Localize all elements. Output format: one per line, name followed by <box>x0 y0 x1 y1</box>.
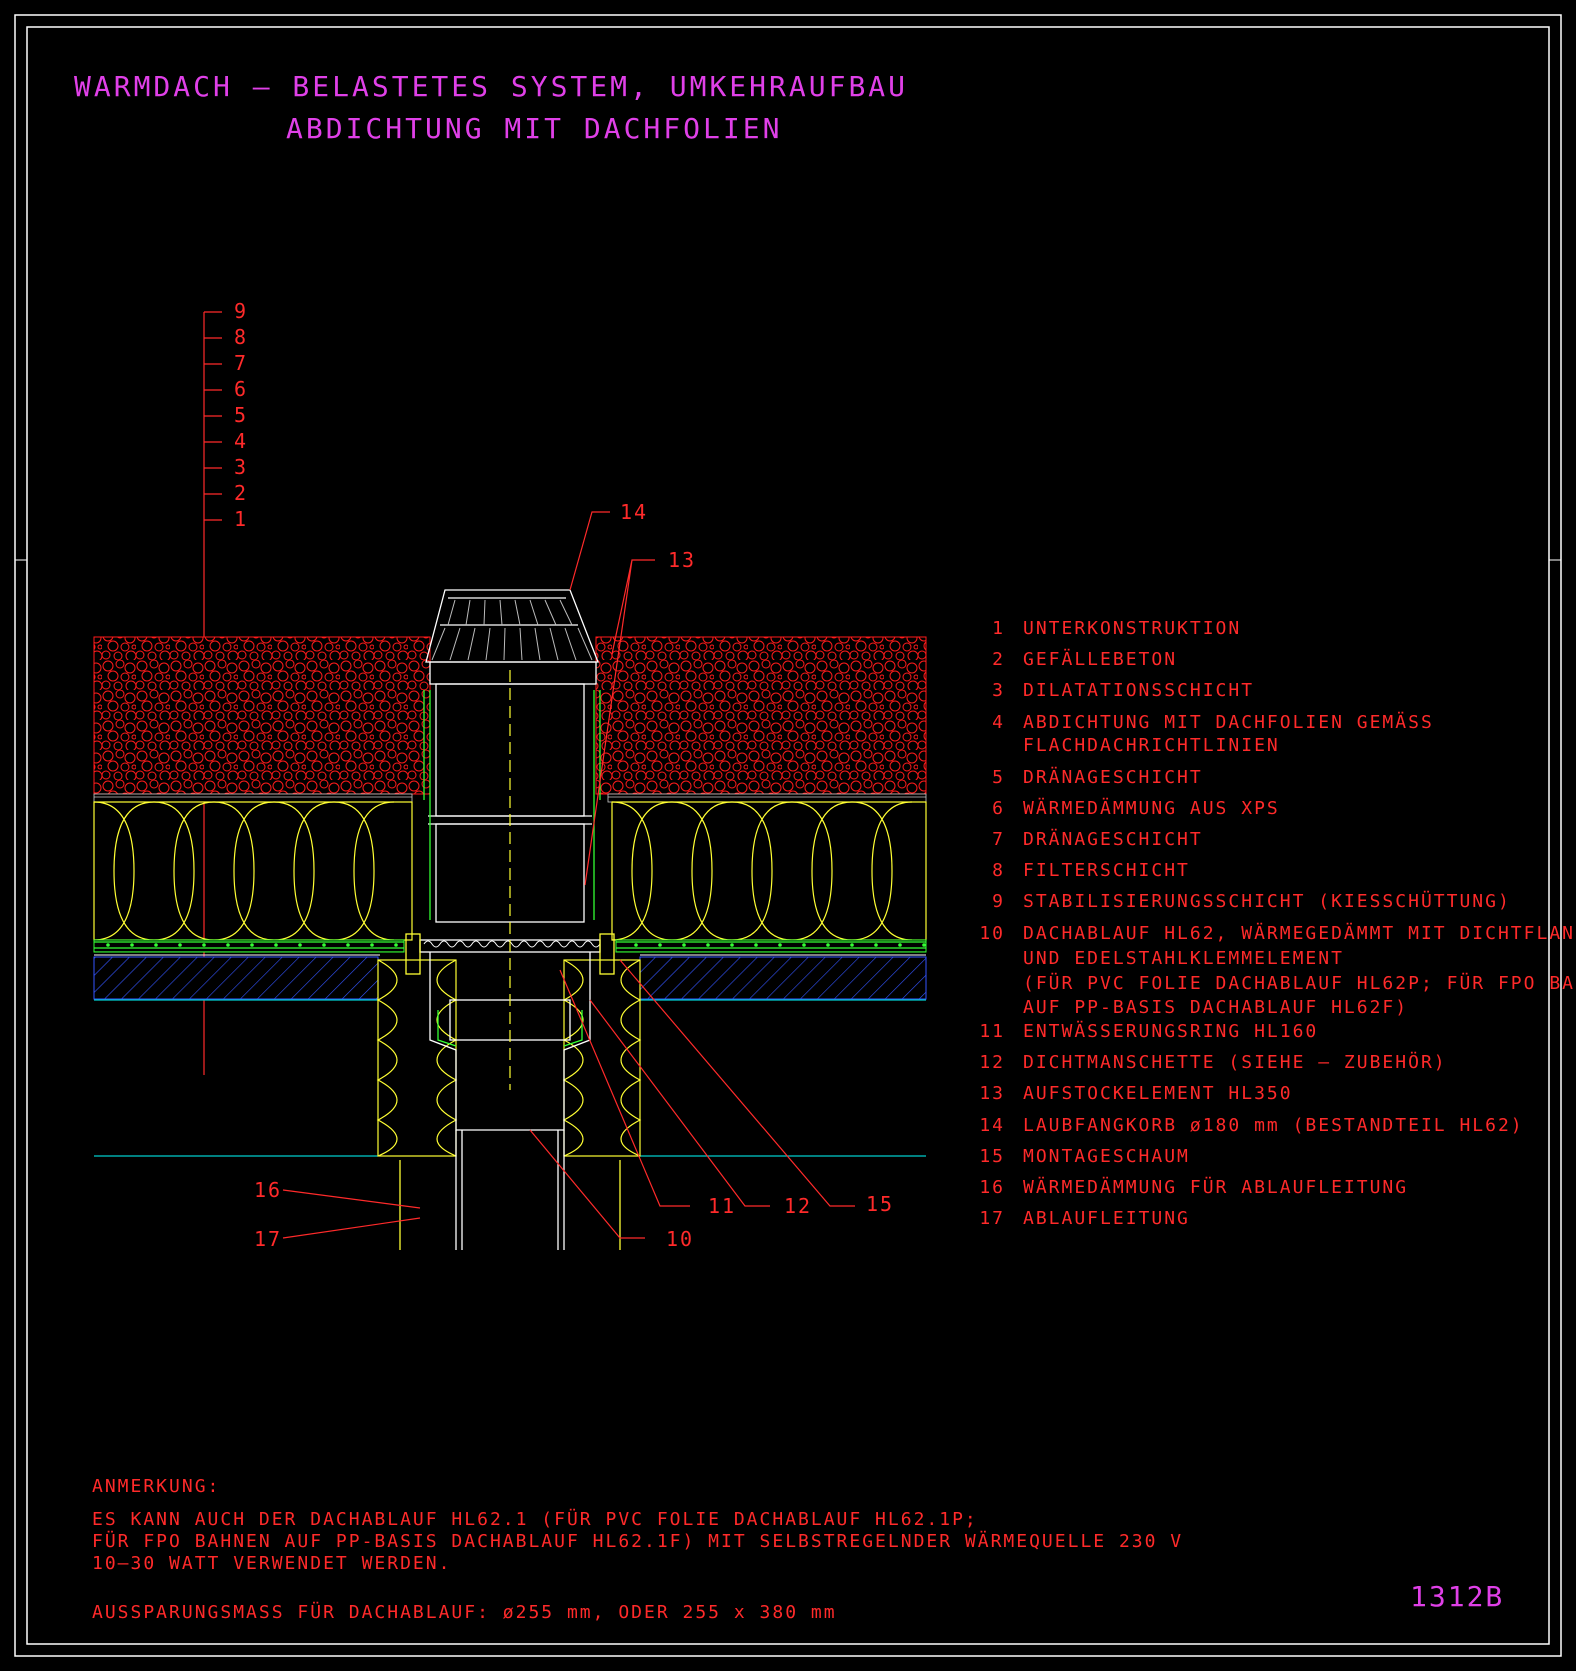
note-line3: 10–30 WATT VERWENDET WERDEN. <box>92 1553 452 1574</box>
callout-10: 10 <box>666 1227 695 1251</box>
legend-text: ABLAUFLEITUNG <box>1023 1208 1190 1229</box>
legend-text: FLACHDACHRICHTLINIEN <box>1023 735 1280 756</box>
legend-number: 16 <box>979 1177 1005 1198</box>
layer-label-6: 6 <box>234 377 249 401</box>
note-line2: FÜR FPO BAHNEN AUF PP-BASIS DACHABLAUF H… <box>92 1531 1184 1552</box>
screed-right <box>639 956 927 1000</box>
legend-number: 14 <box>979 1115 1005 1136</box>
layer-label-7: 7 <box>234 351 249 375</box>
layer-label-8: 8 <box>234 325 249 349</box>
legend-text: AUFSTOCKELEMENT HL350 <box>1023 1083 1293 1104</box>
legend-text: DACHABLAUF HL62, WÄRMEGEDÄMMT MIT DICHTF… <box>1023 923 1576 944</box>
callout-13: 13 <box>668 548 697 572</box>
layer-label-1: 1 <box>234 507 249 531</box>
screed-left <box>93 956 379 1000</box>
legend-number: 8 <box>992 860 1005 881</box>
callout-11: 11 <box>708 1194 737 1218</box>
xps-insulation-right <box>611 801 927 941</box>
layer-label-5: 5 <box>234 403 249 427</box>
drawing-frame <box>14 14 1562 1657</box>
legend-text: AUF PP-BASIS DACHABLAUF HL62F) <box>1023 997 1409 1018</box>
membrane-left <box>93 939 405 953</box>
legend-number: 1 <box>992 618 1005 639</box>
cutout-dimension-note: AUSSPARUNGSMASS FÜR DACHABLAUF: ø255 mm,… <box>92 1602 837 1623</box>
layer-label-9: 9 <box>234 299 249 323</box>
gravel-layer-left <box>93 636 431 795</box>
callout-15: 15 <box>866 1192 895 1216</box>
drawing-title-line2: ABDICHTUNG MIT DACHFOLIEN <box>286 112 783 145</box>
legend-text: UNTERKONSTRUKTION <box>1023 618 1242 639</box>
leader-lines <box>282 511 855 1239</box>
legend-number: 2 <box>992 649 1005 670</box>
layer-label-4: 4 <box>234 429 249 453</box>
legend-number: 10 <box>979 923 1005 944</box>
pipe-insulation <box>376 959 642 1157</box>
drainage-layer-left <box>93 793 413 803</box>
legend-number: 11 <box>979 1021 1005 1042</box>
note-line1: ES KANN AUCH DER DACHABLAUF HL62.1 (FÜR … <box>92 1509 978 1530</box>
legend-number: 9 <box>992 891 1005 912</box>
gravel-layer-right <box>595 636 927 795</box>
callout-17: 17 <box>254 1227 283 1251</box>
callout-16: 16 <box>254 1178 283 1202</box>
detail-drawing-canvas <box>14 14 1562 1657</box>
legend-text: ENTWÄSSERUNGSRING HL160 <box>1023 1021 1319 1042</box>
drawing-title-line1: WARMDACH – BELASTETES SYSTEM, UMKEHRAUFB… <box>74 70 909 103</box>
legend-number: 4 <box>992 712 1005 733</box>
legend-text: DRÄNAGESCHICHT <box>1023 829 1203 850</box>
leaf-guard <box>425 589 599 663</box>
legend-number: 13 <box>979 1083 1005 1104</box>
legend-number: 15 <box>979 1146 1005 1167</box>
legend-number: 6 <box>992 798 1005 819</box>
legend-number: 5 <box>992 767 1005 788</box>
legend-text: WÄRMEDÄMMUNG FÜR ABLAUFLEITUNG <box>1023 1177 1409 1198</box>
layer-label-3: 3 <box>234 455 249 479</box>
legend-text: FILTERSCHICHT <box>1023 860 1190 881</box>
roof-drain-assembly <box>399 589 621 1250</box>
leader-14 <box>569 511 610 591</box>
callout-14: 14 <box>620 500 649 524</box>
legend-text: GEFÄLLEBETON <box>1023 649 1178 670</box>
callout-12: 12 <box>784 1194 813 1218</box>
legend-number: 7 <box>992 829 1005 850</box>
legend-text: DICHTMANSCHETTE (SIEHE – ZUBEHÖR) <box>1023 1052 1447 1073</box>
legend-text: ABDICHTUNG MIT DACHFOLIEN GEMÄSS <box>1023 712 1434 733</box>
xps-insulation-left <box>93 801 413 941</box>
legend-number: 3 <box>992 680 1005 701</box>
legend-text: STABILISIERUNGSSCHICHT (KIESSCHÜTTUNG) <box>1023 891 1511 912</box>
legend-text: DILATATIONSSCHICHT <box>1023 680 1255 701</box>
layer-label-2: 2 <box>234 481 249 505</box>
legend-text: WÄRMEDÄMMUNG AUS XPS <box>1023 798 1280 819</box>
legend-text: LAUBFANGKORB ø180 mm (BESTANDTEIL HL62) <box>1023 1115 1524 1136</box>
membrane-right <box>615 939 927 953</box>
extension-element <box>429 661 597 685</box>
leader-11 <box>559 969 690 1207</box>
legend-text: DRÄNAGESCHICHT <box>1023 767 1203 788</box>
legend-text: UND EDELSTAHLKLEMMELEMENT <box>1023 948 1344 969</box>
note-heading: ANMERKUNG: <box>92 1476 221 1497</box>
leader-10 <box>529 1129 645 1239</box>
legend-text: (FÜR PVC FOLIE DACHABLAUF HL62P; FÜR FPO… <box>1023 973 1576 994</box>
legend-text: MONTAGESCHAUM <box>1023 1146 1190 1167</box>
legend-number: 17 <box>979 1208 1005 1229</box>
legend-number: 12 <box>979 1052 1005 1073</box>
drainage-layer-right <box>607 793 927 803</box>
drawing-code: 1312B <box>1410 1580 1505 1613</box>
